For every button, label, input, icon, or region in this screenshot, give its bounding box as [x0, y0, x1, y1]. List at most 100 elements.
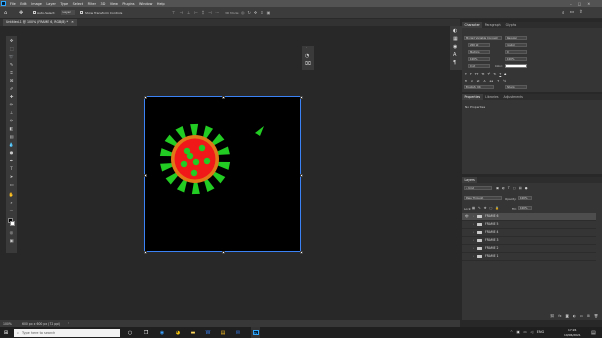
new-group-icon[interactable]: ▭	[580, 314, 583, 318]
workspace-icon[interactable]: ▭	[570, 10, 574, 16]
vertical-scale-field[interactable]: 100%	[468, 57, 490, 61]
pen-tool-icon[interactable]: ✒	[8, 158, 15, 164]
menu-view[interactable]: View	[110, 2, 118, 6]
delete-layer-icon[interactable]: 🗑	[594, 314, 598, 318]
menu-edit[interactable]: Edit	[20, 2, 27, 6]
filter-adjustment-icon[interactable]: ◐	[502, 186, 505, 190]
quick-select-tool-icon[interactable]: ✎	[8, 62, 15, 68]
menu-layer[interactable]: Layer	[46, 2, 55, 6]
auto-select-checkbox[interactable]	[33, 10, 36, 14]
layer-row[interactable]: › FRAME 2	[462, 245, 596, 253]
word-icon[interactable]: W	[205, 330, 211, 336]
old-style-icon[interactable]: ơ	[471, 79, 473, 83]
menu-plugins[interactable]: Plugins	[122, 2, 134, 6]
auto-select-target-dropdown[interactable]: Layer	[61, 10, 75, 15]
expand-group-icon[interactable]: ›	[473, 253, 474, 260]
3d-roll-icon[interactable]: ↻	[248, 10, 251, 15]
document-info[interactable]: 600 px x 600 px (72 ppi)	[22, 322, 60, 326]
file-explorer-icon[interactable]: ▬	[190, 330, 196, 336]
layer-name[interactable]: FRAME 2	[485, 245, 499, 252]
clock-date[interactable]: 10/06/2021	[564, 333, 581, 337]
paragraph-panel-icon[interactable]: ¶	[453, 60, 456, 66]
swash-icon[interactable]: st	[477, 79, 480, 83]
expand-group-icon[interactable]: ›	[473, 237, 474, 244]
crop-tool-icon[interactable]: ⌗	[8, 70, 15, 76]
3d-slide-icon[interactable]: ⇕	[260, 10, 263, 15]
faux-italic-icon[interactable]: T	[470, 72, 472, 76]
frame-tool-icon[interactable]: ⊠	[8, 78, 15, 84]
lock-transparency-icon[interactable]: ▦	[472, 206, 475, 210]
font-style-dropdown[interactable]: Regular	[505, 36, 527, 40]
layer-name[interactable]: FRAME 3	[485, 237, 499, 244]
menu-window[interactable]: Window	[139, 2, 152, 6]
eraser-tool-icon[interactable]: ◧	[8, 126, 15, 132]
edge-browser-icon[interactable]: ◉	[159, 330, 165, 336]
new-layer-icon[interactable]: ⊞	[587, 314, 590, 318]
font-family-dropdown[interactable]: Myriad Variable Concept	[464, 36, 502, 40]
leading-field[interactable]: (Auto)	[505, 43, 527, 47]
gradient-tool-icon[interactable]: ▤	[8, 134, 15, 140]
layer-row[interactable]: › FRAME 3	[462, 237, 596, 245]
clock-time[interactable]: 17:26	[568, 328, 576, 332]
superscript-icon[interactable]: T¹	[487, 72, 490, 76]
taskbar-search-box[interactable]: ⌕ Type here to search	[14, 328, 120, 337]
small-caps-icon[interactable]: Tt	[481, 72, 484, 76]
text-color-swatch[interactable]	[505, 64, 527, 68]
dodge-tool-icon[interactable]: ●	[8, 150, 15, 156]
brush-tool-icon[interactable]: ✏	[8, 102, 15, 108]
move-tool-icon[interactable]: ✥	[19, 10, 23, 16]
all-caps-icon[interactable]: TT	[475, 72, 479, 76]
layer-name[interactable]: FRAME 6	[485, 213, 499, 220]
status-expand-icon[interactable]: ›	[68, 321, 69, 325]
align-left-icon[interactable]: ⊢	[194, 10, 197, 15]
menu-file[interactable]: File	[10, 2, 16, 6]
path-select-tool-icon[interactable]: ➤	[8, 174, 15, 180]
layer-row[interactable]: 👁 › FRAME 6	[462, 213, 596, 221]
filter-shape-icon[interactable]: ▢	[513, 186, 516, 190]
language-indicator[interactable]: ENG	[537, 330, 545, 334]
search-icon[interactable]: ⌕	[562, 10, 565, 16]
tab-libraries[interactable]: Libraries	[483, 94, 501, 100]
blend-mode-dropdown[interactable]: Pass Through	[464, 196, 502, 200]
visibility-eye-icon[interactable]: 👁	[465, 215, 469, 218]
document-tab[interactable]: Untitled-1 @ 100% (FRAME 6, RGB/8) * ✕	[3, 19, 77, 26]
clone-stamp-tool-icon[interactable]: ⊥	[8, 110, 15, 116]
align-right-icon[interactable]: ⊣	[208, 10, 211, 15]
home-icon[interactable]: ⌂	[4, 10, 7, 16]
tab-layers[interactable]: Layers	[462, 177, 478, 183]
layer-filter-kind-dropdown[interactable]: ⌕ Kind	[464, 186, 492, 190]
volume-icon[interactable]: ◁	[530, 330, 533, 334]
expand-group-icon[interactable]: ›	[473, 221, 474, 228]
type-tool-icon[interactable]: T	[8, 166, 15, 172]
tracking-field[interactable]: 0	[505, 50, 527, 54]
lock-artboard-icon[interactable]: ▢	[489, 206, 492, 210]
layer-name[interactable]: FRAME 4	[485, 229, 499, 236]
marquee-tool-icon[interactable]: ⬚	[8, 46, 15, 52]
expand-group-icon[interactable]: ›	[473, 245, 474, 252]
layer-row[interactable]: › FRAME 5	[462, 221, 596, 229]
history-icon[interactable]: ◔	[305, 53, 309, 59]
filter-pixel-icon[interactable]: ▣	[496, 186, 499, 190]
fractions-icon[interactable]: ½	[503, 79, 506, 83]
share-icon[interactable]: ⇪	[579, 10, 583, 16]
network-icon[interactable]: ▣	[517, 330, 520, 334]
tab-properties[interactable]: Properties	[462, 94, 483, 100]
transform-bounding-box[interactable]	[143, 95, 303, 254]
link-layers-icon[interactable]: ⛓	[550, 314, 554, 318]
sticky-notes-icon[interactable]: ▤	[220, 330, 226, 336]
menu-3d[interactable]: 3D	[101, 2, 106, 6]
alternates-icon[interactable]: A	[483, 79, 485, 83]
underline-icon[interactable]: T	[499, 72, 501, 76]
swatches-panel-icon[interactable]: ▦	[453, 36, 458, 42]
baseline-shift-field[interactable]: 0 pt	[468, 64, 490, 68]
tab-glyphs[interactable]: Glyphs	[503, 22, 519, 28]
layer-row[interactable]: › FRAME 4	[462, 229, 596, 237]
actions-icon[interactable]: ⌧	[305, 61, 311, 67]
lasso-tool-icon[interactable]: ➰	[8, 54, 15, 60]
zoom-tool-icon[interactable]: ⌕	[8, 200, 15, 206]
battery-icon[interactable]: ▭	[523, 330, 526, 334]
transform-handle-l[interactable]	[143, 173, 147, 177]
zoom-level[interactable]: 100%	[3, 322, 12, 326]
more-options-icon[interactable]: ···	[215, 10, 219, 15]
filter-toggle-icon[interactable]: ●	[525, 186, 528, 190]
